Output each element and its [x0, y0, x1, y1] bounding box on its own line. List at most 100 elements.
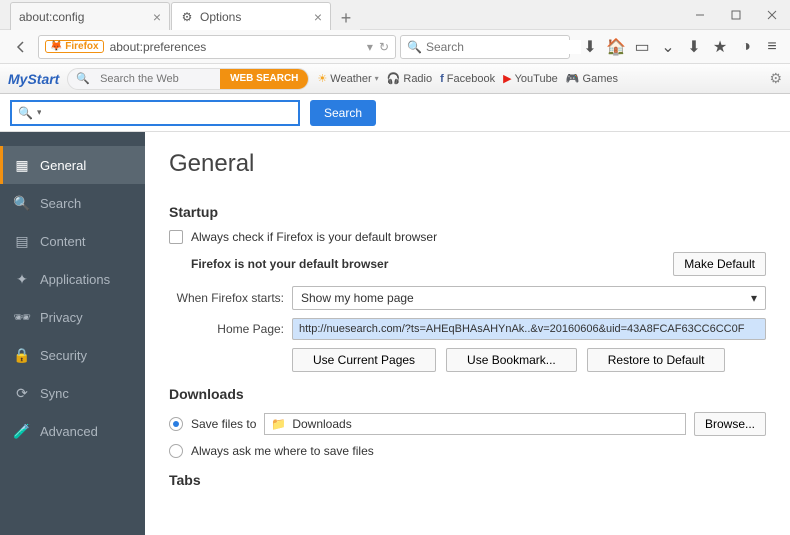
mystart-search[interactable]: 🔍 WEB SEARCH [67, 68, 309, 90]
url-bar[interactable]: 🦊 Firefox ▾ ↻ [38, 35, 396, 59]
preferences-panel: General Startup Always check if Firefox … [145, 132, 790, 535]
close-icon[interactable]: × [314, 9, 322, 25]
sidebar-item-search[interactable]: 🔍 Search [0, 184, 145, 222]
always-ask-label: Always ask me where to save files [191, 444, 374, 458]
minimize-button[interactable] [682, 0, 718, 30]
profile-icon[interactable]: ◑ [736, 37, 756, 57]
page-title: General [169, 150, 766, 178]
tab-about-config[interactable]: about:config × [10, 2, 170, 30]
home-icon[interactable]: 🏠 [606, 37, 626, 57]
sidebar-item-label: Search [40, 196, 81, 211]
general-icon: ▦ [14, 157, 30, 174]
web-search-button[interactable]: WEB SEARCH [220, 68, 308, 90]
new-tab-button[interactable]: + [332, 6, 360, 30]
radio-link[interactable]: 🎧Radio [387, 72, 432, 85]
gear-icon[interactable]: ⚙ [769, 70, 782, 87]
dropdown-icon[interactable]: ▾ [367, 40, 373, 54]
facebook-icon: f [440, 73, 444, 85]
sidebar-item-label: Content [40, 234, 86, 249]
use-bookmark-button[interactable]: Use Bookmark... [446, 348, 577, 372]
secondary-search-input[interactable] [41, 105, 292, 120]
tab-label: about:config [19, 10, 84, 24]
search-icon: 🔍 [18, 106, 33, 120]
download-folder-field[interactable]: 📁 Downloads [264, 413, 686, 435]
url-input[interactable] [110, 40, 367, 54]
sidebar-item-general[interactable]: ▦ General [0, 146, 145, 184]
sidebar-item-label: Applications [40, 272, 110, 287]
sidebar-item-security[interactable]: 🔒 Security [0, 336, 145, 374]
applications-icon: ✦ [14, 271, 30, 288]
when-starts-select[interactable]: Show my home page ▾ [292, 286, 766, 310]
chevron-down-icon: ▾ [751, 291, 757, 305]
make-default-button[interactable]: Make Default [673, 252, 766, 276]
default-browser-checkbox[interactable] [169, 230, 183, 244]
search-button[interactable]: Search [310, 100, 376, 126]
gear-icon: ⚙ [180, 10, 194, 24]
restore-default-button[interactable]: Restore to Default [587, 348, 726, 372]
sidebar-item-advanced[interactable]: 🧪 Advanced [0, 412, 145, 450]
sidebar-item-sync[interactable]: ⟳ Sync [0, 374, 145, 412]
games-link[interactable]: 🎮Games [566, 72, 618, 85]
content-icon: ▤ [14, 233, 30, 250]
tab-bar: about:config × ⚙ Options × + [10, 0, 360, 30]
search-icon: 🔍 [76, 72, 90, 85]
reload-icon[interactable]: ↻ [379, 40, 389, 54]
sidebar-item-label: General [40, 158, 86, 173]
secondary-search-box[interactable]: 🔍 ▾ [10, 100, 300, 126]
close-button[interactable] [754, 0, 790, 30]
sync-icon: ⟳ [14, 385, 30, 402]
navigation-bar: 🦊 Firefox ▾ ↻ 🔍 ⬇ 🏠 ▭ ⌄ ⬇ ★ ◑ ≡ [0, 30, 790, 64]
sidebar-item-privacy[interactable]: 🕶Privacy [0, 298, 145, 336]
when-starts-label: When Firefox starts: [169, 291, 284, 305]
facebook-link[interactable]: fFacebook [440, 73, 495, 85]
mystart-search-input[interactable] [90, 73, 220, 85]
mystart-toolbar: MyStart 🔍 WEB SEARCH ☀Weather▾ 🎧Radio fF… [0, 64, 790, 94]
sidebar-item-content[interactable]: ▤ Content [0, 222, 145, 260]
preferences-sidebar: ▦General 🔍Search ▤Content ✦Applications … [0, 132, 145, 535]
save-files-label: Save files to [191, 417, 256, 431]
menu-icon[interactable]: ≡ [762, 37, 782, 57]
sidebar-item-label: Advanced [40, 424, 98, 439]
mystart-logo: MyStart [8, 71, 59, 87]
folder-icon: 📁 [271, 417, 286, 431]
maximize-button[interactable] [718, 0, 754, 30]
search-icon: 🔍 [14, 195, 30, 212]
content-area: ▦General 🔍Search ▤Content ✦Applications … [0, 132, 790, 535]
search-bar[interactable]: 🔍 [400, 35, 570, 59]
downloads-icon[interactable]: ⬇ [580, 37, 600, 57]
youtube-icon: ▶ [503, 72, 511, 85]
sidebar-item-label: Security [40, 348, 87, 363]
startup-heading: Startup [169, 204, 766, 220]
homepage-label: Home Page: [169, 322, 284, 336]
tab-options[interactable]: ⚙ Options × [171, 2, 331, 30]
lock-icon: 🔒 [14, 347, 30, 364]
always-ask-radio[interactable] [169, 444, 183, 458]
tab-label: Options [200, 10, 241, 24]
close-icon[interactable]: × [153, 9, 161, 25]
save-icon[interactable]: ⬇ [684, 37, 704, 57]
youtube-link[interactable]: ▶YouTube [503, 72, 558, 85]
search-icon: 🔍 [407, 40, 422, 54]
games-icon: 🎮 [566, 72, 580, 85]
sun-icon: ☀ [317, 72, 327, 85]
advanced-icon: 🧪 [14, 423, 30, 440]
homepage-input[interactable] [292, 318, 766, 340]
sidebar-item-label: Sync [40, 386, 69, 401]
pocket-icon[interactable]: ⌄ [658, 37, 678, 57]
secondary-search-bar: 🔍 ▾ Search [0, 94, 790, 132]
downloads-heading: Downloads [169, 386, 766, 402]
sidebar-item-label: Privacy [40, 310, 83, 325]
save-files-radio[interactable] [169, 417, 183, 431]
download-folder-value: Downloads [292, 417, 351, 431]
browse-button[interactable]: Browse... [694, 412, 766, 436]
headphones-icon: 🎧 [387, 72, 401, 85]
back-button[interactable] [8, 34, 34, 60]
search-input[interactable] [426, 40, 581, 54]
sidebar-item-applications[interactable]: ✦ Applications [0, 260, 145, 298]
tabs-heading: Tabs [169, 472, 766, 488]
bookmarks-icon[interactable]: ▭ [632, 37, 652, 57]
weather-link[interactable]: ☀Weather▾ [317, 72, 378, 85]
use-current-button[interactable]: Use Current Pages [292, 348, 436, 372]
star-icon[interactable]: ★ [710, 37, 730, 57]
default-browser-label: Always check if Firefox is your default … [191, 230, 437, 244]
